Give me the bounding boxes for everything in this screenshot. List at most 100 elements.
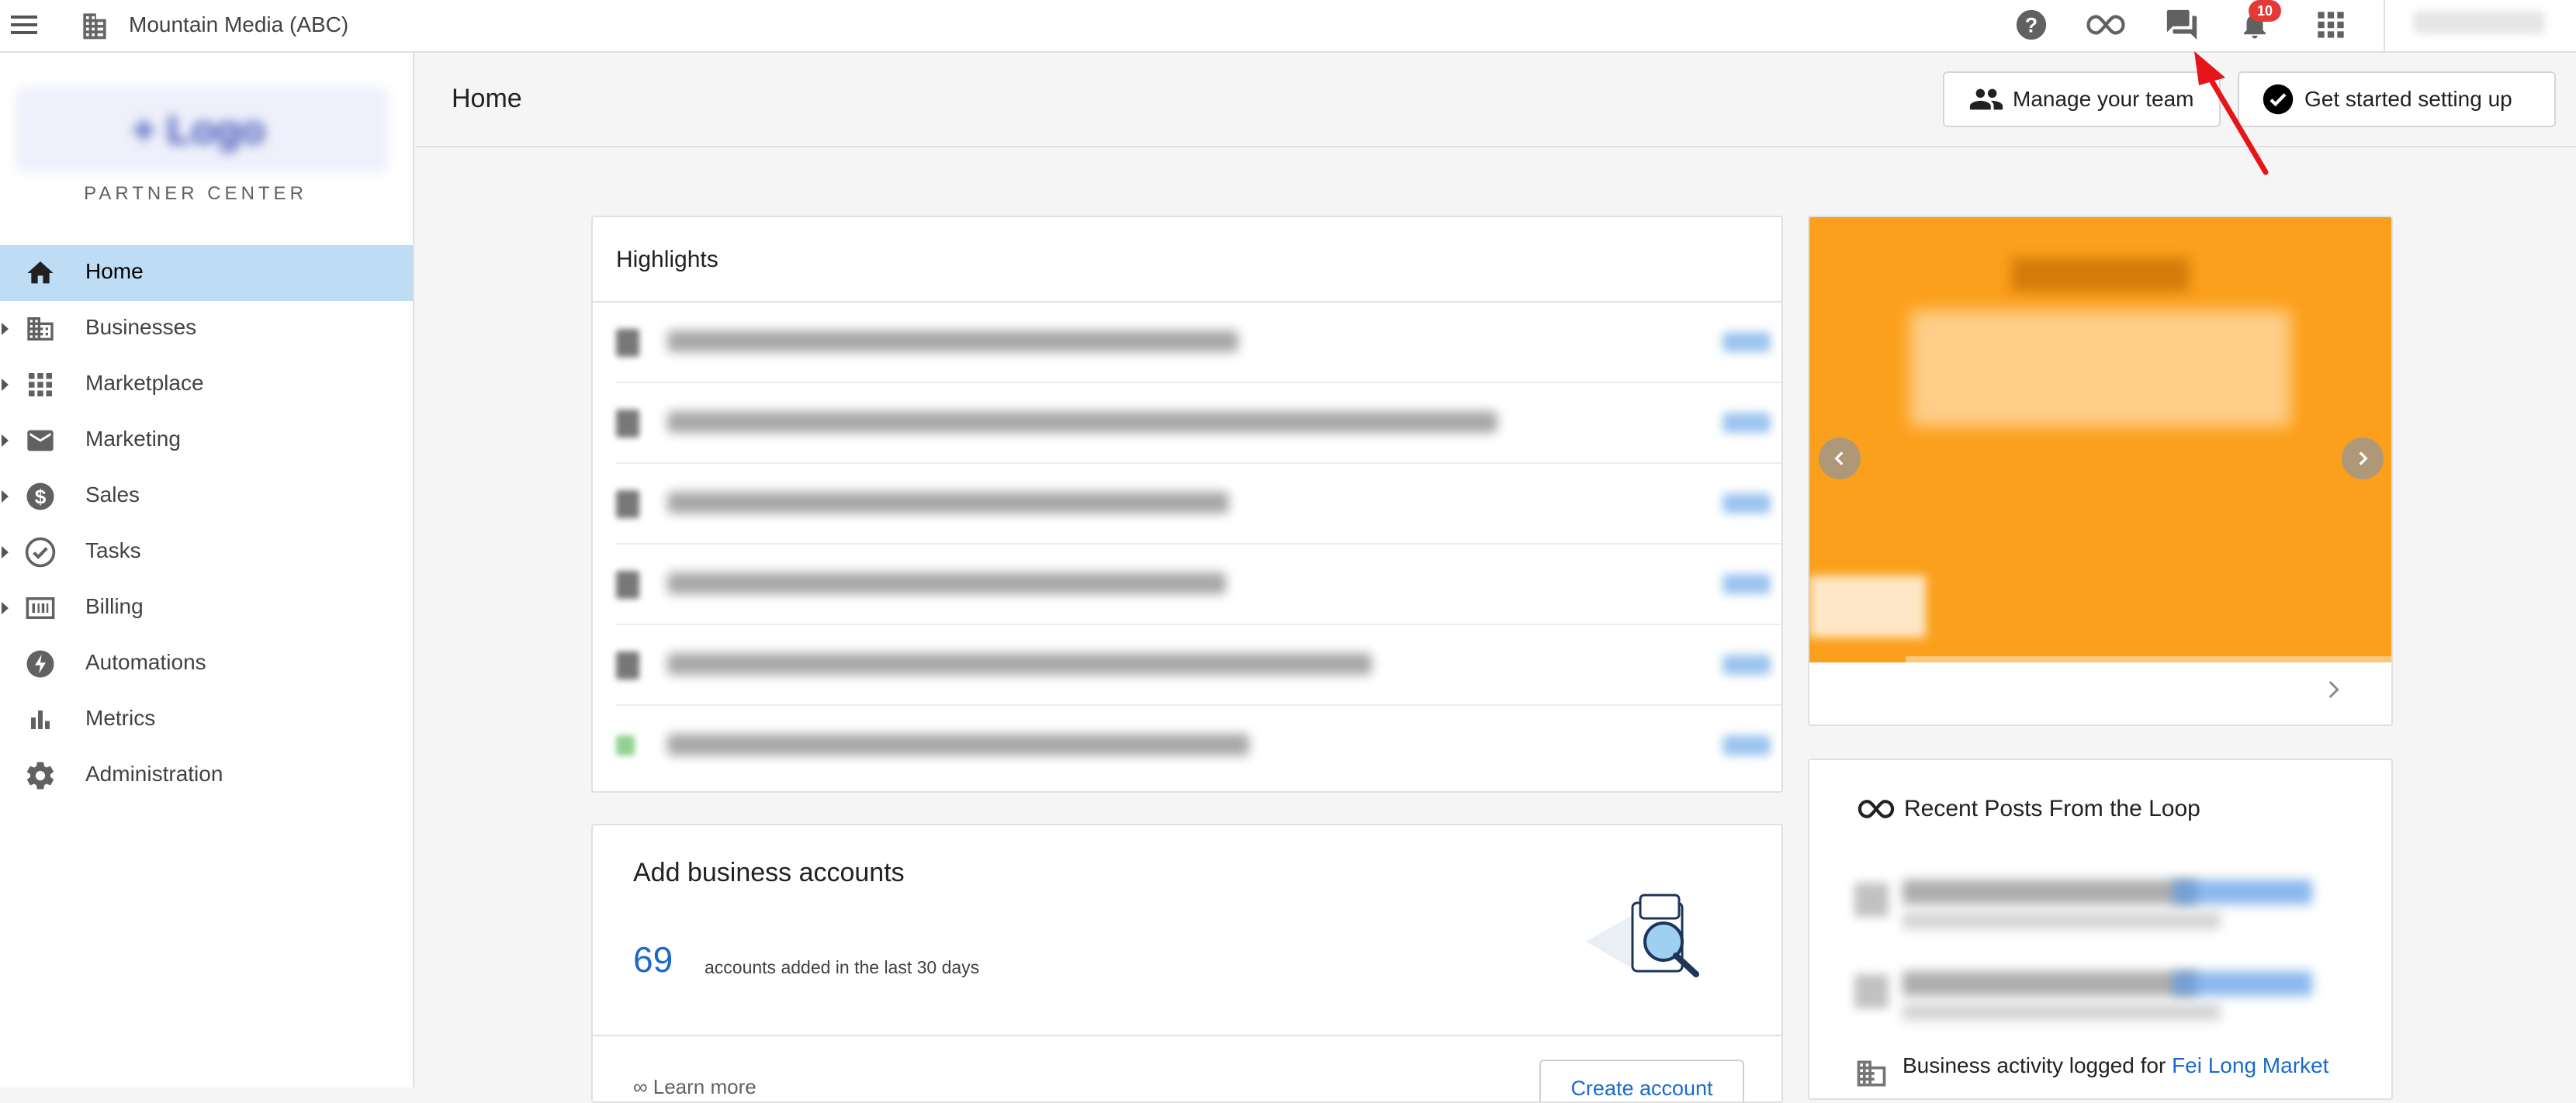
home-icon (23, 256, 57, 290)
get-started-button[interactable]: Get started setting up (2238, 71, 2556, 127)
list-item[interactable] (616, 464, 1781, 545)
chevron-right-icon (2359, 451, 2368, 465)
get-started-label: Get started setting up (2304, 87, 2512, 111)
document-icon (616, 329, 639, 357)
loop-posts-card: Recent Posts From the Loop Business acti… (1808, 759, 2393, 1100)
building-icon (1857, 1060, 1886, 1087)
account-name[interactable]: Mountain Media (ABC) (129, 9, 348, 40)
post-text (1903, 880, 2197, 904)
learn-more-label: Learn more (653, 1075, 757, 1098)
chevron-left-icon (1834, 451, 1844, 465)
sidebar-item-tasks[interactable]: Tasks (0, 524, 413, 580)
bolt-icon (23, 647, 57, 681)
carousel-next-button[interactable] (2342, 437, 2384, 479)
notification-badge: 10 (2249, 0, 2281, 22)
carousel-progress (1809, 656, 2391, 662)
sidebar-item-businesses[interactable]: Businesses (0, 301, 413, 357)
view-link[interactable] (1723, 574, 1771, 594)
expand-caret-icon[interactable] (2, 379, 9, 391)
sidebar-item-marketplace[interactable]: Marketplace (0, 357, 413, 413)
highlight-text (667, 330, 1238, 352)
expand-caret-icon[interactable] (2, 434, 9, 447)
help-icon[interactable]: ? (2010, 3, 2053, 47)
list-item[interactable] (1854, 875, 2351, 937)
view-link[interactable] (1723, 735, 1771, 756)
menu-icon[interactable] (9, 11, 40, 42)
list-item[interactable]: Business activity logged for Fei Long Ma… (1854, 1053, 2382, 1098)
promo-banner[interactable] (1809, 217, 2391, 656)
sidebar-item-billing[interactable]: Billing (0, 580, 413, 636)
expand-caret-icon[interactable] (2, 323, 9, 335)
manage-team-label: Manage your team (2013, 87, 2194, 111)
document-icon (616, 490, 639, 518)
post-text: Business activity logged for Fei Long Ma… (1903, 1053, 2328, 1078)
sidebar-item-label: Metrics (85, 706, 156, 730)
billing-icon (23, 591, 57, 625)
top-bar: Mountain Media (ABC) ? 10 (0, 0, 2576, 53)
list-item[interactable] (616, 383, 1781, 464)
bar-chart-icon (23, 703, 57, 737)
highlight-text (667, 572, 1226, 594)
highlights-title: Highlights (616, 247, 718, 272)
post-link[interactable] (2173, 971, 2312, 996)
apps-grid-icon[interactable] (2309, 3, 2353, 47)
building-icon (1854, 974, 1889, 1008)
sidebar-item-sales[interactable]: $ Sales (0, 469, 413, 524)
post-timestamp (1903, 1004, 2221, 1021)
sidebar-item-marketing[interactable]: Marketing (0, 413, 413, 469)
chevron-right-icon[interactable] (2320, 676, 2346, 707)
mail-icon (23, 424, 57, 458)
sidebar-nav: Home Businesses Marketplace Marketing $ … (0, 245, 413, 804)
search-document-icon (1586, 887, 1718, 992)
partner-logo[interactable]: + Logo (16, 87, 388, 172)
infinity-icon[interactable] (2084, 3, 2128, 47)
sidebar-item-administration[interactable]: Administration (0, 748, 413, 804)
sidebar-item-label: Billing (85, 594, 144, 618)
loop-title-text: Recent Posts From the Loop (1904, 796, 2200, 821)
check-circle-icon (23, 535, 57, 569)
expand-caret-icon[interactable] (2, 602, 9, 614)
infinity-icon (1858, 800, 1895, 818)
create-account-label: Create account (1570, 1077, 1713, 1100)
create-account-button[interactable]: Create account (1539, 1060, 1744, 1101)
sidebar-item-metrics[interactable]: Metrics (0, 692, 413, 748)
post-timestamp (1903, 912, 2221, 929)
post-link[interactable]: Fei Long Market (2172, 1053, 2328, 1077)
document-icon (616, 571, 639, 599)
document-icon (616, 410, 639, 437)
view-link[interactable] (1723, 332, 1771, 352)
svg-text:?: ? (2025, 14, 2038, 37)
sidebar-item-home[interactable]: Home (0, 245, 413, 301)
expand-caret-icon[interactable] (2, 546, 9, 558)
view-link[interactable] (1723, 413, 1771, 433)
accounts-caption: accounts added in the last 30 days (705, 957, 980, 977)
expand-caret-icon[interactable] (2, 490, 9, 503)
gear-icon (23, 759, 57, 793)
list-item[interactable] (616, 303, 1781, 383)
view-link[interactable] (1723, 655, 1771, 675)
list-item[interactable] (616, 545, 1781, 625)
infinity-icon: ∞ (633, 1075, 653, 1098)
list-item[interactable] (616, 706, 1781, 787)
view-link[interactable] (1723, 493, 1771, 513)
add-accounts-title: Add business accounts (633, 858, 905, 887)
list-item[interactable] (616, 625, 1781, 706)
building-icon (23, 312, 57, 346)
carousel-prev-button[interactable] (1819, 437, 1861, 479)
loop-title: Recent Posts From the Loop (1856, 796, 2200, 822)
partner-center-label: PARTNER CENTER (84, 183, 307, 204)
user-menu[interactable] (2413, 11, 2545, 34)
dollar-icon: $ (23, 479, 57, 513)
list-item[interactable] (1854, 966, 2351, 1029)
promo-button[interactable] (1809, 576, 1926, 638)
sidebar-item-automations[interactable]: Automations (0, 636, 413, 692)
promo-carousel (1808, 216, 2393, 726)
post-link[interactable] (2173, 880, 2312, 904)
apps-grid-icon (23, 368, 57, 402)
sidebar-item-label: Businesses (85, 315, 197, 339)
chat-icon[interactable] (2160, 3, 2204, 47)
highlight-text (667, 411, 1497, 433)
sidebar-item-label: Marketing (85, 427, 181, 451)
post-text-prefix: Business activity logged for (1903, 1053, 2173, 1077)
sidebar-item-label: Tasks (85, 538, 141, 562)
